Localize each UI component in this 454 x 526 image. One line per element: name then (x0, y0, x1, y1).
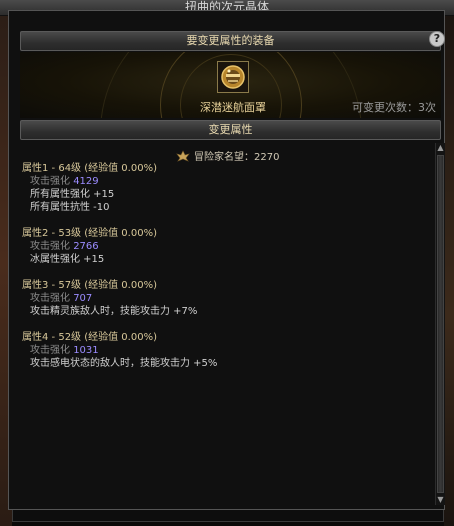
attribute-scrollbar[interactable]: ▲ ▼ (435, 143, 445, 505)
attribute-line: 攻击强化 1031 (22, 344, 427, 357)
fame-emblem-icon (176, 150, 190, 162)
equipment-section-header: 要变更属性的装备 (20, 31, 441, 51)
attribute-line: 攻击强化 4129 (22, 175, 427, 188)
help-button[interactable]: ? (429, 31, 445, 47)
attribute-block-4: 属性4 - 52级 (经验值 0.00%) 攻击强化 1031 攻击感电状态的敌… (22, 331, 427, 370)
equipment-section-title: 要变更属性的装备 (186, 34, 275, 47)
attribute-line: 攻击强化 2766 (22, 240, 427, 253)
attribute-line: 攻击精灵族敌人时，技能攻击力 +7% (30, 306, 198, 317)
scroll-down-arrow-icon[interactable]: ▼ (436, 495, 445, 505)
attack-enhance-value: 4129 (73, 176, 99, 187)
attack-enhance-value: 1031 (73, 345, 99, 356)
equipment-item-name: 深潜迷航面罩 (200, 101, 266, 114)
help-icon: ? (433, 32, 441, 45)
attribute-line: 所有属性抗性 -10 (30, 202, 110, 213)
attack-enhance-label: 攻击强化 (30, 293, 70, 304)
change-attribute-title: 变更属性 (208, 123, 253, 136)
attack-enhance-value: 707 (73, 293, 93, 304)
attribute-header: 属性3 - 57级 (经验值 0.00%) (22, 280, 157, 291)
attribute-list: 属性1 - 64级 (经验值 0.00%) 攻击强化 4129 所有属性强化 +… (22, 162, 427, 383)
scroll-up-arrow-icon[interactable]: ▲ (436, 143, 445, 153)
attribute-line: 攻击强化 707 (22, 292, 427, 305)
equipment-item-slot[interactable] (217, 61, 249, 93)
attribute-line: 攻击感电状态的敌人时，技能攻击力 +5% (30, 358, 218, 369)
attack-enhance-value: 2766 (73, 241, 99, 252)
attribute-line: 冰属性强化 +15 (30, 254, 105, 265)
attribute-line: 所有属性强化 +15 (30, 189, 115, 200)
attack-enhance-label: 攻击强化 (30, 176, 70, 187)
attribute-block-1: 属性1 - 64级 (经验值 0.00%) 攻击强化 4129 所有属性强化 +… (22, 162, 427, 214)
scroll-thumb[interactable] (437, 155, 444, 493)
change-attribute-header: 变更属性 (20, 120, 441, 140)
adventurer-fame-row: 冒险家名望：2270 (176, 148, 279, 163)
attribute-block-2: 属性2 - 53级 (经验值 0.00%) 攻击强化 2766 冰属性强化 +1… (22, 227, 427, 266)
attribute-header: 属性4 - 52级 (经验值 0.00%) (22, 332, 157, 343)
mask-helmet-icon (218, 62, 248, 92)
remaining-changes-count: 可变更次数：3次 (352, 101, 436, 114)
background-right-scene (444, 0, 454, 526)
attribute-header: 属性2 - 53级 (经验值 0.00%) (22, 228, 157, 239)
attribute-block-3: 属性3 - 57级 (经验值 0.00%) 攻击强化 707 攻击精灵族敌人时，… (22, 279, 427, 318)
attack-enhance-label: 攻击强化 (30, 241, 70, 252)
attribute-header: 属性1 - 64级 (经验值 0.00%) (22, 163, 157, 174)
attack-enhance-label: 攻击强化 (30, 345, 70, 356)
